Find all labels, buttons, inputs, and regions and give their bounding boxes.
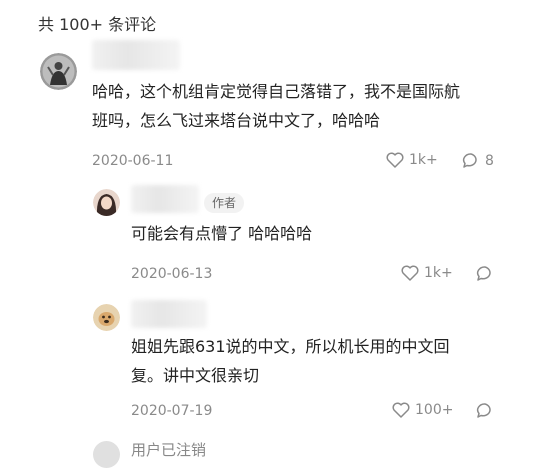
- author-badge: 作者: [204, 193, 245, 213]
- username-hidden[interactable]: [131, 300, 207, 328]
- avatar[interactable]: [93, 441, 120, 468]
- like-count: 100+: [415, 402, 454, 418]
- reply-button[interactable]: [476, 265, 494, 282]
- like-count: 1k+: [409, 152, 438, 168]
- reply-text: 姐姐先跟631说的中文，所以机长用的中文回复。讲中文很亲切: [131, 337, 450, 385]
- avatar[interactable]: [93, 189, 120, 216]
- comment-bubble-icon: [462, 152, 480, 169]
- avatar[interactable]: [40, 53, 77, 90]
- avatar[interactable]: [93, 304, 120, 331]
- like-count: 1k+: [424, 265, 453, 281]
- reply-date: 2020-07-19: [131, 403, 213, 419]
- username-hidden[interactable]: [131, 185, 199, 213]
- comment-bubble-icon: [476, 402, 494, 419]
- reply-count: 8: [485, 152, 494, 169]
- comment-bubble-icon: [476, 265, 494, 282]
- comment-date: 2020-06-11: [92, 153, 174, 169]
- comments-count-title: 共 100+ 条评论: [38, 15, 157, 34]
- reply-text: 可能会有点懵了 哈哈哈哈: [131, 224, 313, 243]
- heart-icon: [386, 152, 404, 168]
- reply-date: 2020-06-13: [131, 266, 213, 282]
- username[interactable]: 用户已注销: [131, 436, 206, 465]
- comment-text: 哈哈，这个机组肯定觉得自己落错了，我不是国际航班吗，怎么飞过来塔台说中文了，哈哈…: [92, 82, 461, 130]
- like-button[interactable]: 1k+: [386, 152, 438, 168]
- reply-button[interactable]: 8: [462, 152, 494, 169]
- reply-button[interactable]: [476, 402, 494, 419]
- heart-icon: [392, 402, 410, 418]
- like-button[interactable]: 100+: [392, 402, 453, 418]
- username-hidden[interactable]: [92, 40, 180, 70]
- heart-icon: [401, 265, 419, 281]
- like-button[interactable]: 1k+: [401, 265, 453, 281]
